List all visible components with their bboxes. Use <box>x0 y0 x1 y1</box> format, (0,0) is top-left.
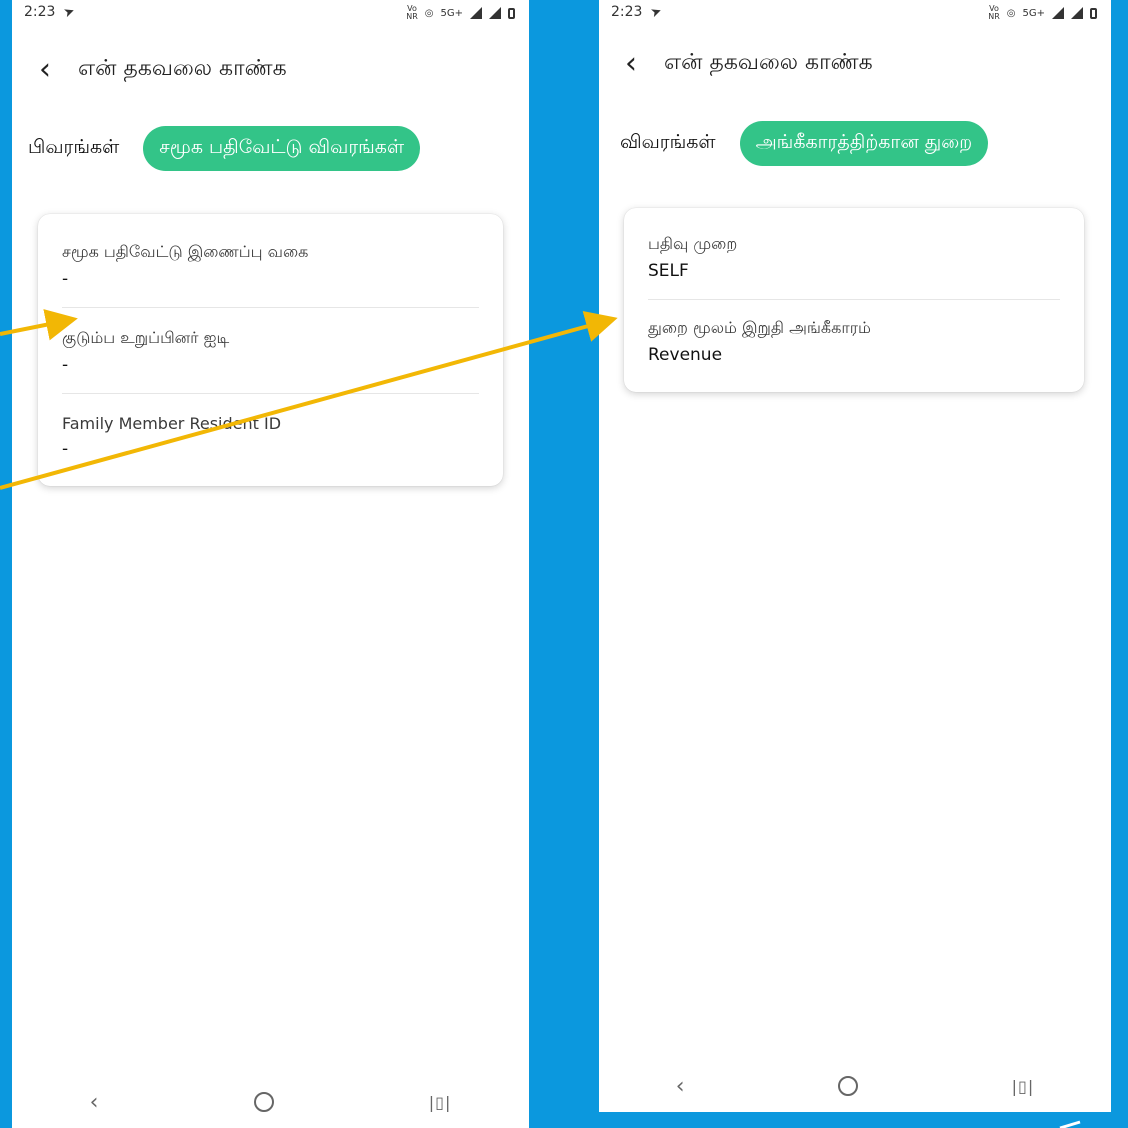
back-chevron-icon[interactable]: ‹ <box>616 49 646 79</box>
field-label: குடும்ப உறுப்பினர் ஐடி <box>62 328 230 347</box>
status-icons: Vo NR ◎ 5G+ <box>406 5 515 21</box>
nav-recents-icon[interactable]: |▯| <box>1012 1077 1035 1096</box>
hotspot-icon: ◎ <box>424 7 434 19</box>
field-family-member-id: குடும்ப உறுப்பினர் ஐடி - <box>38 308 503 375</box>
battery-icon <box>508 7 515 19</box>
nav-recents-icon[interactable]: |▯| <box>429 1093 452 1112</box>
field-family-member-resident-id: Family Member Resident ID - <box>38 394 503 459</box>
nav-home-icon[interactable] <box>838 1076 859 1096</box>
signal-roaming-icon <box>489 7 501 19</box>
nav-back-icon[interactable]: ‹ <box>676 1074 685 1099</box>
signal-icon <box>470 7 482 19</box>
system-nav-bar: ‹ |▯| <box>599 1070 1111 1102</box>
page-title: என் தகவலை காண்க <box>664 50 873 75</box>
status-time: 2:23 <box>24 4 56 20</box>
top-app-bar: ‹ என் தகவலை காண்க <box>599 42 1111 86</box>
status-icons: Vo NR ◎ 5G+ <box>988 5 1097 21</box>
right-phone-screen: 2:23 ➤ Vo NR ◎ 5G+ ‹ என் தகவலை காண்க விவர… <box>599 0 1111 1112</box>
volte-icon: Vo NR <box>406 4 418 21</box>
status-bar: 2:23 ➤ Vo NR ◎ 5G+ <box>12 0 529 28</box>
field-label: Family Member Resident ID <box>62 414 282 433</box>
field-value: - <box>62 439 69 459</box>
tab-social-registry-details[interactable]: சமூக பதிவேட்டு விவரங்கள் <box>143 126 421 171</box>
back-chevron-icon[interactable]: ‹ <box>30 55 60 85</box>
nav-back-icon[interactable]: ‹ <box>90 1090 99 1115</box>
field-value: Revenue <box>648 345 723 365</box>
status-bar: 2:23 ➤ Vo NR ◎ 5G+ <box>599 0 1111 28</box>
signal-roaming-icon <box>1071 7 1083 19</box>
nav-home-icon[interactable] <box>253 1092 274 1112</box>
field-registration-mode: பதிவு முறை SELF <box>624 208 1084 281</box>
field-value: SELF <box>648 261 689 281</box>
field-label: பதிவு முறை <box>648 234 738 253</box>
tab-details[interactable]: பிவரங்கள் <box>28 136 119 161</box>
field-value: - <box>62 269 69 289</box>
battery-icon <box>1090 7 1097 19</box>
tab-bar: பிவரங்கள் சமூக பதிவேட்டு விவரங்கள் <box>28 126 421 171</box>
network-type: 5G+ <box>440 7 464 19</box>
field-registry-link-type: சமூக பதிவேட்டு இணைப்பு வகை - <box>38 214 503 289</box>
signal-icon <box>1052 7 1064 19</box>
arrow-bottom-corner <box>1059 1120 1081 1128</box>
left-phone-screen: 2:23 ➤ Vo NR ◎ 5G+ ‹ என் தகவலை காண்க பிவர… <box>12 0 529 1128</box>
volte-icon: Vo NR <box>988 4 1000 21</box>
details-card: பதிவு முறை SELF துறை மூலம் இறுதி அங்கீகா… <box>624 208 1084 392</box>
field-final-approval-department: துறை மூலம் இறுதி அங்கீகாரம் Revenue <box>624 300 1084 365</box>
field-label: துறை மூலம் இறுதி அங்கீகாரம் <box>648 318 871 337</box>
hotspot-icon: ◎ <box>1006 7 1016 19</box>
telegram-icon: ➤ <box>61 3 78 22</box>
network-type: 5G+ <box>1022 7 1046 19</box>
page-title: என் தகவலை காண்க <box>78 56 287 81</box>
field-value: - <box>62 355 69 375</box>
system-nav-bar: ‹ |▯| <box>12 1086 529 1118</box>
field-label: சமூக பதிவேட்டு இணைப்பு வகை <box>62 242 309 261</box>
tab-approving-department[interactable]: அங்கீகாரத்திற்கான துறை <box>739 121 989 166</box>
tab-details[interactable]: விவரங்கள் <box>620 131 716 156</box>
status-time: 2:23 <box>611 4 643 20</box>
top-app-bar: ‹ என் தகவலை காண்க <box>12 48 529 92</box>
tab-bar: விவரங்கள் அங்கீகாரத்திற்கான துறை <box>620 121 989 166</box>
telegram-icon: ➤ <box>648 3 665 22</box>
details-card: சமூக பதிவேட்டு இணைப்பு வகை - குடும்ப உறு… <box>38 214 503 486</box>
